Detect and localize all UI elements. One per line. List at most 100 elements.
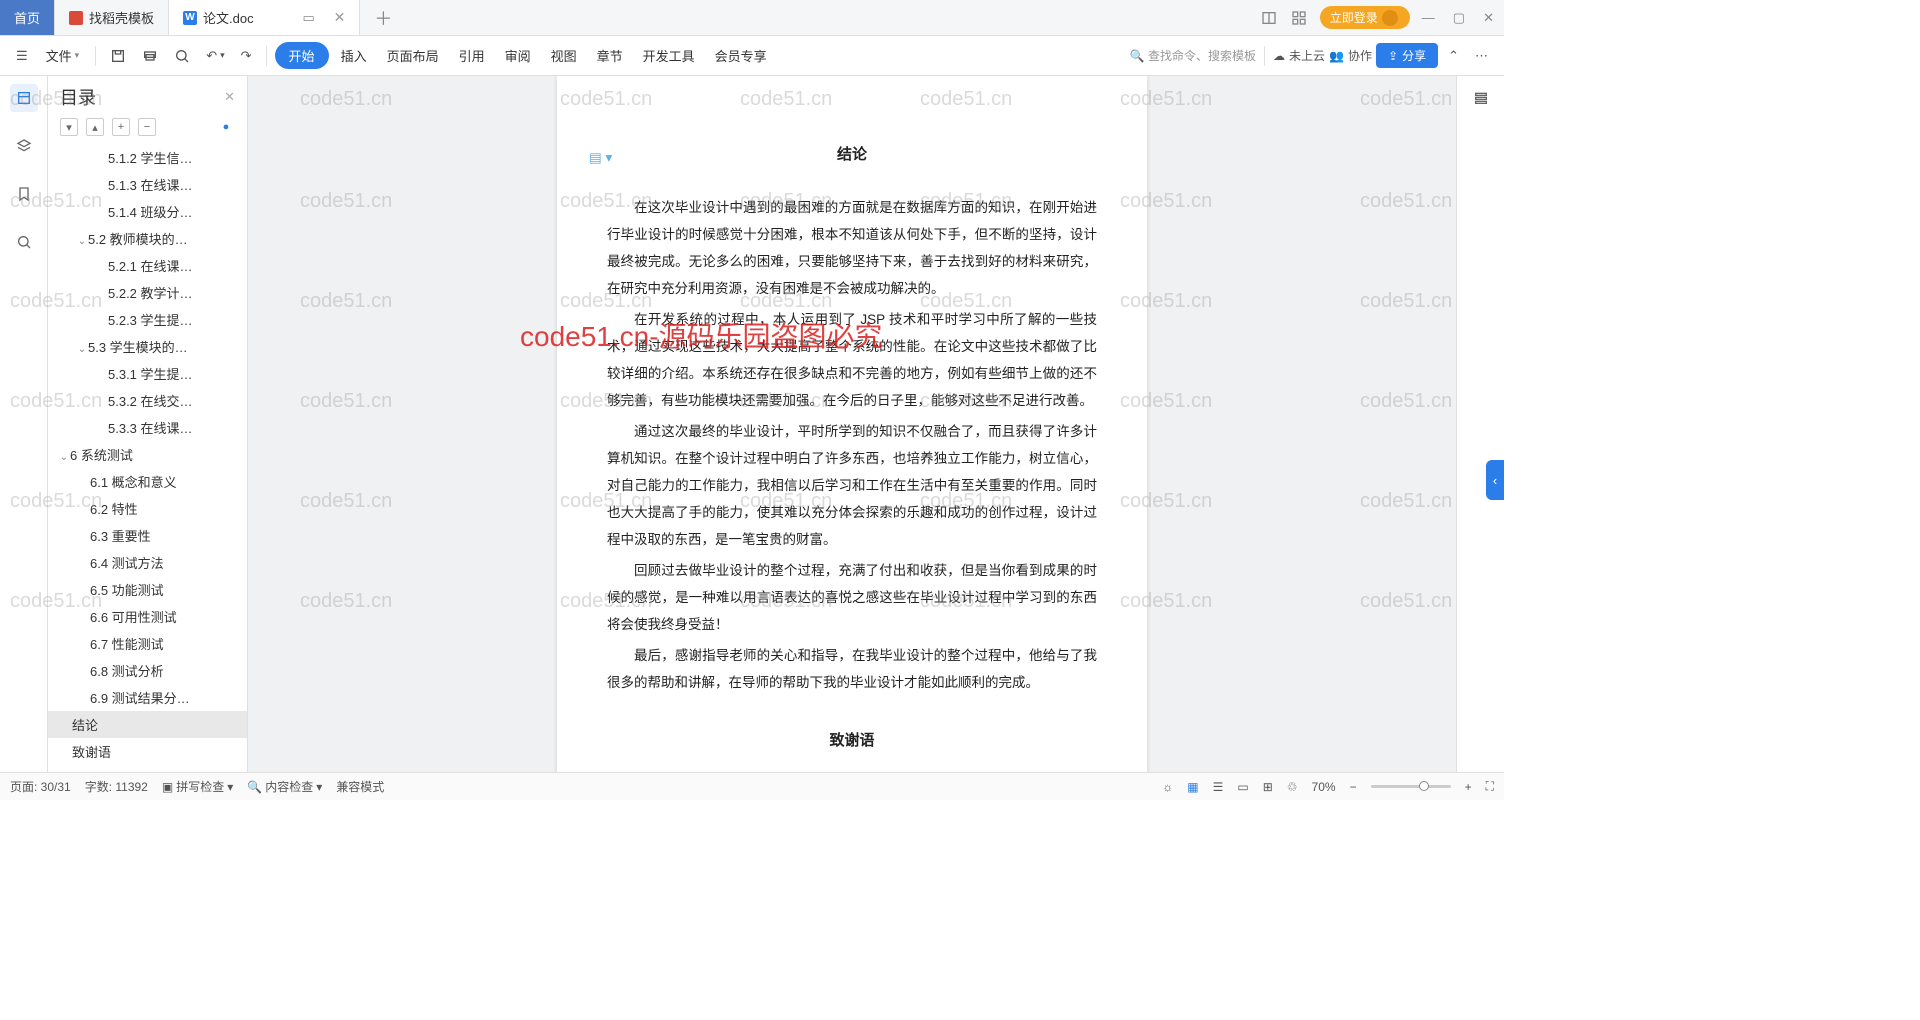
close-tab-icon[interactable]: ✕ xyxy=(334,9,346,26)
outline-item[interactable]: 5.3.2 在线交… xyxy=(48,387,247,414)
chevron-up-icon[interactable]: ⌃ xyxy=(1442,44,1465,68)
outline-item[interactable]: 6.6 可用性测试 xyxy=(48,603,247,630)
toolbar: ☰ 文件 ▾ ↶ ▾ ↷ 开始 插入 页面布局 引用 审阅 视图 章节 开发工具… xyxy=(0,36,1504,76)
share-button[interactable]: ⇪ 分享 xyxy=(1376,43,1438,68)
pin-icon[interactable]: ● xyxy=(217,118,235,136)
outline-item[interactable]: 结论 xyxy=(48,711,247,738)
outline-item[interactable]: 5.1.3 在线课… xyxy=(48,171,247,198)
tab-reference[interactable]: 引用 xyxy=(451,42,493,69)
paragraph: 回顾过去做毕业设计的整个过程，充满了付出和收获，但是当你看到成果的时候的感觉，是… xyxy=(607,557,1097,638)
right-panel-icon[interactable] xyxy=(1467,84,1495,112)
outline-item[interactable]: 6.7 性能测试 xyxy=(48,630,247,657)
content-check[interactable]: 🔍 内容检查 ▾ xyxy=(247,778,322,795)
close-outline-icon[interactable]: ✕ xyxy=(224,89,235,105)
spellcheck-toggle[interactable]: ▣ 拼写检查 ▾ xyxy=(162,778,233,795)
compat-mode[interactable]: 兼容模式 xyxy=(336,778,384,795)
outline-item[interactable]: 5.3.3 在线课… xyxy=(48,414,247,441)
paragraph: 最后，感谢指导老师的关心和指导，在我毕业设计的整个过程中，他给与了我很多的帮助和… xyxy=(607,642,1097,696)
minimize-button[interactable]: — xyxy=(1422,10,1435,26)
zoom-minus[interactable]: − xyxy=(1350,780,1357,794)
tab-devtools[interactable]: 开发工具 xyxy=(635,42,703,69)
wps-doc-icon: W xyxy=(183,11,197,25)
apps-icon[interactable] xyxy=(1290,9,1308,27)
save-icon[interactable] xyxy=(104,44,132,68)
outline-item[interactable]: ⌄5.3 学生模块的… xyxy=(48,333,247,360)
close-window-button[interactable]: ✕ xyxy=(1483,10,1494,26)
print-icon[interactable] xyxy=(136,44,164,68)
outline-item[interactable]: 致谢语 xyxy=(48,738,247,765)
template-icon xyxy=(69,11,83,25)
redo-icon[interactable]: ↷ xyxy=(235,44,258,68)
document-area[interactable]: ▤ ▾ 结论 在这次毕业设计中遇到的最困难的方面就是在数据库方面的知识，在刚开始… xyxy=(248,76,1456,772)
remove-level-icon[interactable]: − xyxy=(138,118,156,136)
outline-item[interactable]: 6.3 重要性 xyxy=(48,522,247,549)
outline-item[interactable]: ⌄5.2 教师模块的… xyxy=(48,225,247,252)
view-outline-icon[interactable]: ☰ xyxy=(1213,780,1224,794)
view-page-icon[interactable]: ▦ xyxy=(1187,780,1198,794)
collapse-all-icon[interactable]: ▾ xyxy=(60,118,78,136)
preview-icon[interactable] xyxy=(168,44,196,68)
outline-item[interactable]: 6.9 测试结果分… xyxy=(48,684,247,711)
bookmark-rail-icon[interactable] xyxy=(10,180,38,208)
fullscreen-icon[interactable]: ⛶ xyxy=(1486,779,1494,794)
tab-member[interactable]: 会员专享 xyxy=(707,42,775,69)
zoom-plus[interactable]: + xyxy=(1465,780,1472,794)
tab-review[interactable]: 审阅 xyxy=(497,42,539,69)
avatar-icon xyxy=(1382,10,1398,26)
zoom-slider[interactable] xyxy=(1371,785,1451,788)
outline-item[interactable]: 参考文献 xyxy=(48,765,247,772)
page-options-icon[interactable]: ▤ ▾ xyxy=(589,144,612,171)
outline-list: 5.1.2 学生信…5.1.3 在线课…5.1.4 班级分…⌄5.2 教师模块的… xyxy=(48,144,247,772)
tab-view[interactable]: 视图 xyxy=(543,42,585,69)
view-read-icon[interactable]: ⊞ xyxy=(1263,780,1273,794)
outline-item[interactable]: 5.2.2 教学计… xyxy=(48,279,247,306)
tab-device-icon: ▭ xyxy=(300,9,318,27)
outline-item-label: 5.3.2 在线交… xyxy=(108,394,193,409)
file-menu[interactable]: 文件 ▾ xyxy=(38,42,88,69)
outline-item[interactable]: 6.2 特性 xyxy=(48,495,247,522)
add-level-icon[interactable]: + xyxy=(112,118,130,136)
expand-all-icon[interactable]: ▴ xyxy=(86,118,104,136)
tab-document[interactable]: W 论文.doc ▭ ✕ xyxy=(169,0,360,35)
word-count[interactable]: 字数: 11392 xyxy=(85,778,148,795)
outline-item[interactable]: 5.3.1 学生提… xyxy=(48,360,247,387)
outline-item-label: 6.7 性能测试 xyxy=(90,637,164,652)
eye-icon[interactable]: ☼ xyxy=(1162,780,1173,794)
outline-item[interactable]: 5.2.3 学生提… xyxy=(48,306,247,333)
outline-item[interactable]: 6.8 测试分析 xyxy=(48,657,247,684)
menu-button[interactable]: ☰ xyxy=(10,44,34,68)
outline-item[interactable]: 6.1 概念和意义 xyxy=(48,468,247,495)
new-tab-button[interactable]: ＋ xyxy=(360,0,406,35)
search-rail-icon[interactable] xyxy=(10,228,38,256)
more-icon[interactable]: ⋯ xyxy=(1469,44,1494,68)
tab-insert[interactable]: 插入 xyxy=(333,42,375,69)
zoom-out-icon[interactable]: ♲ xyxy=(1287,780,1298,794)
search-command[interactable]: 🔍 查找命令、搜索模板 xyxy=(1130,47,1256,64)
undo-icon[interactable]: ↶ ▾ xyxy=(200,44,230,68)
outline-item[interactable]: 5.1.4 班级分… xyxy=(48,198,247,225)
zoom-percent[interactable]: 70% xyxy=(1312,780,1336,794)
outline-item[interactable]: ⌄6 系统测试 xyxy=(48,441,247,468)
view-web-icon[interactable]: ▭ xyxy=(1237,780,1248,794)
maximize-button[interactable]: ▢ xyxy=(1453,10,1465,26)
chevron-down-icon[interactable]: ⌄ xyxy=(76,344,88,355)
tab-start[interactable]: 开始 xyxy=(275,42,329,69)
layout-icon[interactable] xyxy=(1260,9,1278,27)
chevron-down-icon[interactable]: ⌄ xyxy=(58,452,70,463)
tab-home[interactable]: 首页 xyxy=(0,0,55,35)
chevron-down-icon[interactable]: ⌄ xyxy=(76,236,88,247)
cloud-status[interactable]: ☁ 未上云 xyxy=(1273,47,1325,64)
login-button[interactable]: 立即登录 xyxy=(1320,6,1410,29)
tab-chapter[interactable]: 章节 xyxy=(589,42,631,69)
page-indicator[interactable]: 页面: 30/31 xyxy=(10,778,71,795)
collab-button[interactable]: 👥 协作 xyxy=(1329,47,1372,64)
outline-item[interactable]: 6.5 功能测试 xyxy=(48,576,247,603)
outline-item[interactable]: 5.2.1 在线课… xyxy=(48,252,247,279)
outline-rail-icon[interactable] xyxy=(10,84,38,112)
outline-item[interactable]: 5.1.2 学生信… xyxy=(48,144,247,171)
tab-template[interactable]: 找稻壳模板 xyxy=(55,0,169,35)
tab-layout[interactable]: 页面布局 xyxy=(379,42,447,69)
outline-item[interactable]: 6.4 测试方法 xyxy=(48,549,247,576)
layers-rail-icon[interactable] xyxy=(10,132,38,160)
side-handle[interactable]: ‹ xyxy=(1486,460,1504,500)
